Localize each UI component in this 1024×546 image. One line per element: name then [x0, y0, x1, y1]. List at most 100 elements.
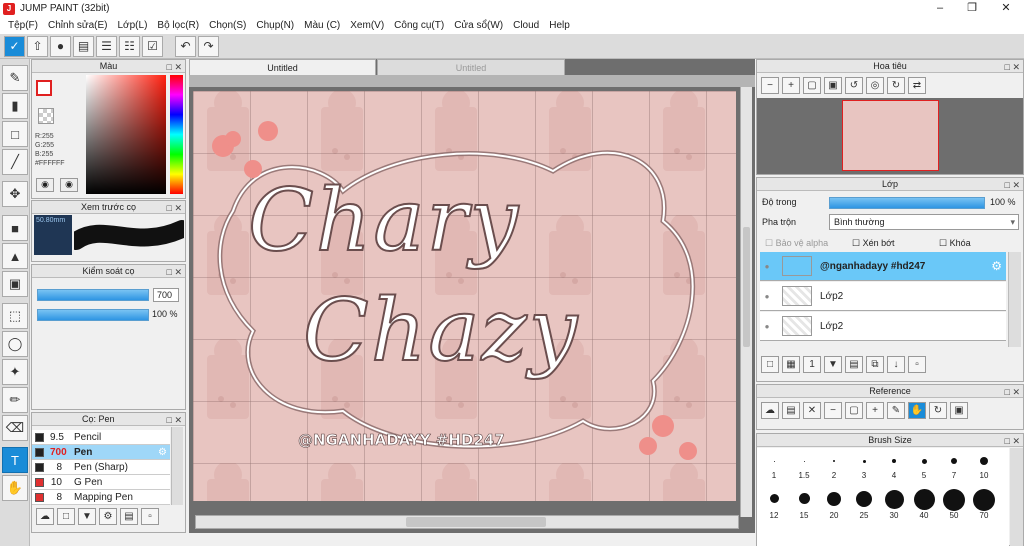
merge-layer-icon[interactable]: ↓ — [887, 356, 905, 373]
flip-icon[interactable]: ⇄ — [908, 77, 926, 94]
gear-icon[interactable]: ⚙ — [158, 447, 167, 458]
lasso-tool-icon[interactable]: ◯ — [2, 331, 28, 357]
gear-icon[interactable]: ⚙ — [991, 259, 1002, 273]
layer-folder-icon[interactable]: ▤ — [845, 356, 863, 373]
foreground-color-swatch[interactable] — [36, 80, 52, 96]
brush-size-option[interactable]: 30 — [879, 490, 909, 520]
eyedropper-icon[interactable]: ✎ — [887, 402, 905, 419]
visibility-icon[interactable]: ● — [760, 262, 774, 271]
blend-mode-select[interactable]: Bình thường ▾ — [829, 214, 1019, 230]
menu-window[interactable]: Cửa sổ(W) — [449, 20, 508, 31]
delete-layer-icon[interactable]: ▫ — [908, 356, 926, 373]
vertical-scrollbar[interactable] — [740, 87, 752, 517]
layer-opacity-slider[interactable] — [829, 197, 985, 209]
menu-select[interactable]: Chọn(S) — [204, 20, 251, 31]
lock-checkbox[interactable]: ☐ Khóa — [939, 238, 971, 249]
zoom-out-icon[interactable]: − — [824, 402, 842, 419]
brush-size-scrollbar[interactable] — [1010, 448, 1023, 546]
brush-size-input[interactable]: 700 — [153, 288, 179, 302]
reset-icon[interactable]: ▣ — [950, 402, 968, 419]
text-tool-icon[interactable]: T — [2, 447, 28, 473]
bucket-tool-icon[interactable]: ▲ — [2, 243, 28, 269]
checklist-icon[interactable]: ☑ — [142, 35, 163, 57]
brush-list-scrollbar[interactable] — [171, 427, 183, 505]
new-layer-menu-icon[interactable]: ▼ — [824, 356, 842, 373]
new-layer-icon[interactable]: □ — [761, 356, 779, 373]
brush-settings-icon[interactable]: ⚙ — [99, 508, 117, 525]
palette-icon[interactable]: ◉ — [36, 178, 54, 192]
color-settings-icon[interactable]: ◉ — [60, 178, 78, 192]
brush-size-slider[interactable] — [37, 289, 149, 301]
brush-size-option[interactable]: 3 — [849, 460, 879, 480]
new-1bit-layer-icon[interactable]: 1 — [803, 356, 821, 373]
brush-size-option[interactable]: 1 — [759, 461, 789, 480]
hand-icon[interactable]: ✋ — [908, 402, 926, 419]
message-icon[interactable]: ▤ — [73, 35, 94, 57]
menu-cloud[interactable]: Cloud — [508, 20, 544, 31]
comment-icon[interactable]: ● — [50, 35, 71, 57]
tab-untitled-2[interactable]: Untitled — [377, 59, 565, 75]
menu-filter[interactable]: Bộ lọc(R) — [152, 20, 204, 31]
canvas-artwork[interactable]: Chary Chazy @NGANHADAYY #HD247 — [193, 91, 736, 501]
hue-slider[interactable] — [170, 75, 183, 194]
brush-item-pencil[interactable]: 9.5 Pencil — [32, 430, 170, 445]
brush-item-g-pen[interactable]: 10 G Pen — [32, 475, 170, 490]
fit-icon[interactable]: ▢ — [845, 402, 863, 419]
move-tool-icon[interactable]: ✥ — [2, 181, 28, 207]
brush-item-mapping-pen[interactable]: 8 Mapping Pen — [32, 490, 170, 505]
new-halftone-layer-icon[interactable]: ▦ — [782, 356, 800, 373]
panel-close-icon[interactable]: □ ✕ — [1005, 61, 1020, 74]
brush-size-option[interactable]: 70 — [969, 489, 999, 520]
minimize-icon[interactable]: – — [924, 0, 956, 17]
layer-list-scrollbar[interactable] — [1008, 252, 1021, 347]
folder-icon[interactable]: ▤ — [120, 508, 138, 525]
magic-wand-tool-icon[interactable]: ✦ — [2, 359, 28, 385]
brush-size-option[interactable]: 10 — [969, 457, 999, 480]
menu-capture[interactable]: Chụp(N) — [251, 20, 299, 31]
close-icon[interactable]: ✕ — [990, 0, 1022, 17]
saturation-value-picker[interactable] — [86, 75, 166, 194]
line-tool-icon[interactable]: ╱ — [2, 149, 28, 175]
brush-size-option[interactable]: 7 — [939, 458, 969, 480]
brush-opacity-slider[interactable] — [37, 309, 149, 321]
eraser-tool-icon[interactable]: ▮ — [2, 93, 28, 119]
zoom-out-icon[interactable]: − — [761, 77, 779, 94]
zoom-in-icon[interactable]: + — [782, 77, 800, 94]
cloud-icon[interactable]: ☁ — [761, 402, 779, 419]
open-folder-icon[interactable]: ▤ — [782, 402, 800, 419]
redo-icon[interactable]: ↷ — [198, 35, 219, 57]
brush-size-option[interactable]: 15 — [789, 493, 819, 520]
rotate-left-icon[interactable]: ↺ — [845, 77, 863, 94]
clipping-checkbox[interactable]: ☐ Xén bớt — [852, 238, 895, 249]
panel-close-icon[interactable]: □ ✕ — [167, 266, 182, 279]
menu-tools[interactable]: Công cụ(T) — [389, 20, 449, 31]
menu-layer[interactable]: Lớp(L) — [113, 20, 153, 31]
page-icon[interactable]: ☰ — [96, 35, 117, 57]
menu-help[interactable]: Help — [544, 20, 575, 31]
maximize-icon[interactable]: ❐ — [956, 0, 988, 17]
brush-item-pen-sharp[interactable]: 8 Pen (Sharp) — [32, 460, 170, 475]
panel-close-icon[interactable]: □ ✕ — [167, 61, 182, 74]
tab-untitled-1[interactable]: Untitled — [189, 59, 376, 75]
brush-tool-icon[interactable]: ✎ — [2, 65, 28, 91]
brush-size-option[interactable]: 20 — [819, 492, 849, 520]
transparent-color-swatch[interactable] — [38, 108, 54, 124]
visibility-icon[interactable]: ● — [760, 292, 774, 301]
trash-icon[interactable]: ▫ — [141, 508, 159, 525]
menu-color[interactable]: Màu (C) — [299, 20, 345, 31]
close-reference-icon[interactable]: ✕ — [803, 402, 821, 419]
panel-close-icon[interactable]: □ ✕ — [167, 202, 182, 215]
duplicate-layer-icon[interactable]: ⧉ — [866, 356, 884, 373]
gradient-tool-icon[interactable]: ▣ — [2, 271, 28, 297]
protect-alpha-checkbox[interactable]: ☐ Bảo vệ alpha — [765, 238, 828, 249]
select-pen-tool-icon[interactable]: ✏ — [2, 387, 28, 413]
rotate-icon[interactable]: ↻ — [929, 402, 947, 419]
brush-size-option[interactable]: 2 — [819, 460, 849, 480]
export-icon[interactable]: ⇧ — [27, 35, 48, 57]
undo-icon[interactable]: ↶ — [175, 35, 196, 57]
brush-size-option[interactable]: 1.5 — [789, 461, 819, 480]
fit-icon[interactable]: ▢ — [803, 77, 821, 94]
brush-size-option[interactable]: 25 — [849, 491, 879, 520]
layer-row[interactable]: ● Lớp2 — [760, 282, 1006, 311]
brush-size-option[interactable]: 40 — [909, 489, 939, 520]
